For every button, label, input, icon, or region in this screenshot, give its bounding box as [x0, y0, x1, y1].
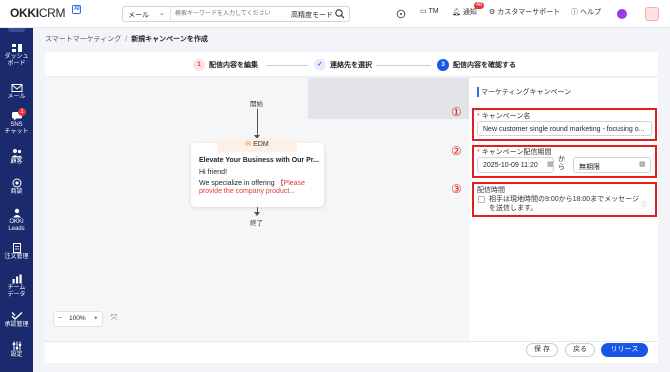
theme-toggle-icon[interactable]	[617, 9, 627, 19]
notifications-button[interactable]: 🔔︎ 通知 48	[452, 2, 485, 17]
sidebar-item-deals[interactable]: 商談	[0, 178, 33, 196]
flow-end-node: 終了	[250, 220, 263, 227]
campaign-period-label: * キャンペーン配信期間	[477, 149, 552, 156]
sidebar-item-okki-leads[interactable]: OKKI Leads	[0, 208, 33, 232]
sidebar-item-dashboard[interactable]: ダッシュ ボード	[0, 43, 33, 67]
tm-icon: ▭	[420, 8, 427, 15]
edm-node-header: ✉ EDM	[217, 138, 297, 152]
tm-button[interactable]: ▭ TM	[420, 7, 439, 15]
sidebar-item-customers[interactable]: 顧客	[0, 148, 33, 166]
steps-bar: 1 配信内容を編集 ✓ 連絡先を選択 3 配信内容を確認する	[45, 52, 658, 77]
team-data-icon	[12, 274, 22, 284]
notification-count-badge: 48	[474, 2, 485, 9]
avatar[interactable]	[645, 7, 659, 21]
breadcrumb-parent-link[interactable]: スマートマーケティング	[45, 36, 121, 43]
arrow-head-icon	[254, 212, 260, 216]
customer-support-button[interactable]: ⚙︎ カスタマーサポート	[489, 7, 560, 17]
search-input[interactable]	[175, 8, 285, 20]
leads-icon	[12, 208, 21, 218]
flow-arrow	[257, 109, 258, 138]
dashboard-icon	[11, 44, 22, 52]
annotation-marker: ③	[451, 182, 462, 196]
sidebar-item-approval[interactable]: 承認管理	[0, 311, 33, 329]
top-bar: OKKICRM AI メール ⌄ 高精度モード ▭ TM 🔔︎ 通知 48 ⚙︎…	[0, 0, 670, 28]
calendar-icon: ▦	[639, 161, 646, 168]
target-icon[interactable]	[396, 9, 406, 19]
edm-node-card[interactable]: ✉ EDM Elevate Your Business with Our Pr.…	[191, 138, 324, 207]
bell-icon: 🔔︎	[452, 9, 461, 16]
local-time-option-label: 相手は現地時間の9:00から18:00までメッセージを送信します。	[489, 196, 640, 212]
settings-icon	[12, 341, 21, 351]
sidebar-collapse-handle[interactable]	[8, 28, 25, 32]
annotation-marker: ①	[451, 105, 462, 119]
breadcrumb-separator: /	[125, 36, 128, 43]
sidebar-item-team-data[interactable]: チーム データ	[0, 274, 33, 298]
canvas-overlay-panel	[308, 78, 469, 119]
chevron-down-icon: ⌄	[159, 10, 165, 17]
envelope-icon: ✉	[245, 141, 252, 148]
sidebar: ダッシュ ボード メール 1 SNS チャット 顧客 商談 OKKI Leads…	[0, 28, 33, 372]
page-title: 新規キャンペーンを作成	[131, 36, 208, 43]
step-connector	[376, 65, 431, 66]
customers-icon	[11, 149, 22, 158]
zoom-in-button[interactable]: +	[94, 315, 98, 322]
campaign-name-label: * キャンペーン名	[477, 113, 531, 120]
email-greeting: Hi friend!	[199, 169, 228, 176]
step-2[interactable]: ✓ 連絡先を選択	[314, 59, 372, 71]
search-scope-select[interactable]: メール ⌄	[123, 7, 171, 21]
back-button[interactable]: 戻る	[565, 343, 595, 357]
release-button[interactable]: リリース	[601, 343, 648, 357]
sidebar-item-sns-chat[interactable]: 1 SNS チャット	[0, 108, 33, 135]
zoom-level: 100%	[69, 315, 86, 322]
range-separator: から	[558, 156, 565, 171]
zoom-control: − 100% +	[53, 311, 103, 327]
flow-start-node: 開始	[250, 101, 263, 108]
help-icon: ⓘ	[571, 9, 578, 16]
sidebar-item-orders[interactable]: 注文管理	[0, 243, 33, 261]
email-body-preview: We specialize in offering 【Please provid…	[199, 180, 305, 195]
orders-icon	[12, 243, 21, 253]
sidebar-item-mail[interactable]: メール	[0, 83, 33, 101]
local-time-checkbox[interactable]	[478, 196, 485, 203]
global-search: メール ⌄ 高精度モード	[122, 6, 350, 22]
check-icon: ✓	[314, 59, 326, 71]
search-mode-toggle[interactable]: 高精度モード	[291, 10, 333, 20]
app-logo[interactable]: OKKICRM AI	[10, 5, 82, 20]
approval-icon	[11, 311, 22, 320]
breadcrumb: スマートマーケティング / 新規キャンペーンを作成	[45, 34, 208, 44]
start-date-picker[interactable]: 2025-10-09 11:20	[477, 157, 554, 173]
step-1[interactable]: 1 配信内容を編集	[193, 59, 258, 71]
delivery-time-label: 配信時間	[477, 187, 505, 194]
step-3[interactable]: 3 配信内容を確認する	[437, 59, 516, 71]
sidebar-item-settings[interactable]: 設定	[0, 341, 33, 359]
step-connector	[266, 65, 308, 66]
email-subject: Elevate Your Business with Our Pr...	[199, 157, 319, 164]
save-button[interactable]: 保 存	[526, 343, 558, 357]
fit-view-icon[interactable]: ⤧	[108, 313, 120, 325]
deals-icon	[12, 178, 21, 188]
info-icon: ⓘ	[641, 203, 648, 209]
calendar-icon: ▦	[547, 161, 554, 168]
panel-title: マーケティングキャンペーン	[477, 87, 571, 97]
campaign-name-input[interactable]: New customer single round marketing - fo…	[477, 121, 652, 136]
zoom-out-button[interactable]: −	[58, 315, 62, 322]
mail-icon	[11, 84, 22, 92]
annotation-marker: ②	[451, 144, 462, 158]
support-icon: ⚙︎	[489, 9, 496, 16]
ai-badge: AI	[72, 5, 82, 14]
help-button[interactable]: ⓘ ヘルプ	[571, 7, 601, 17]
sns-unread-badge: 1	[18, 108, 26, 116]
search-icon[interactable]	[334, 8, 346, 20]
